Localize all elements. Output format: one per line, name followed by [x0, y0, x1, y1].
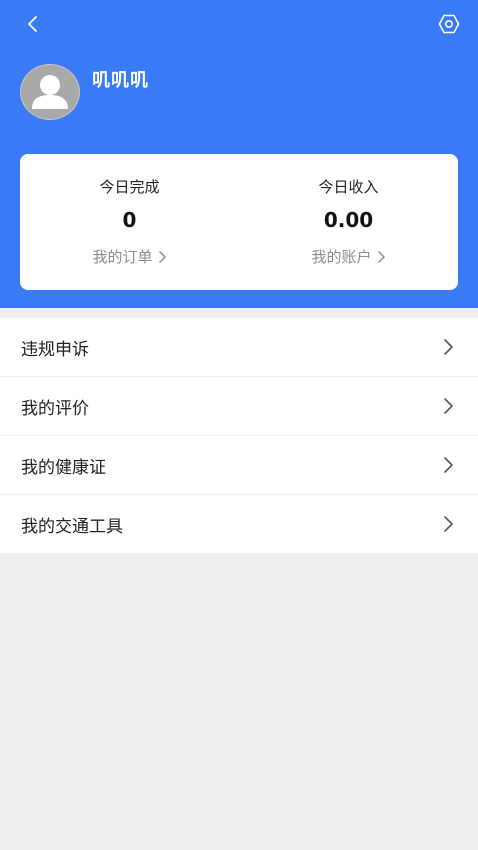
- my-account-label: 我的账户: [311, 248, 372, 266]
- chevron-right-icon: [444, 516, 453, 532]
- menu-item-label: 我的健康证: [21, 457, 106, 478]
- menu-item-health-certificate[interactable]: 我的健康证: [0, 436, 478, 495]
- chevron-right-icon: [377, 250, 385, 263]
- chevron-right-icon: [158, 250, 166, 263]
- my-orders-label: 我的订单: [92, 248, 153, 266]
- menu-item-label: 违规申诉: [21, 339, 89, 360]
- back-button[interactable]: [18, 10, 46, 38]
- menu-list: 违规申诉 我的评价 我的健康证 我的交通工具: [0, 318, 478, 553]
- stats-card: 今日完成 0 我的订单 今日收入 0.00 我的账户: [20, 154, 458, 290]
- gear-icon: [438, 14, 460, 34]
- stat-value: 0: [122, 208, 137, 232]
- username: 叽叽叽: [92, 70, 149, 91]
- chevron-left-icon: [28, 16, 37, 32]
- settings-button[interactable]: [434, 9, 464, 39]
- stat-label: 今日完成: [99, 178, 160, 196]
- chevron-right-icon: [444, 339, 453, 355]
- my-orders-link[interactable]: 我的订单: [20, 246, 239, 267]
- chevron-right-icon: [444, 457, 453, 473]
- menu-item-vehicle[interactable]: 我的交通工具: [0, 495, 478, 553]
- stat-today-completed: 今日完成 0 我的订单: [20, 154, 239, 290]
- profile-header: 叽叽叽 今日完成 0 我的订单 今日收入 0.00 我的账户: [0, 0, 478, 308]
- menu-item-label: 我的评价: [21, 398, 89, 419]
- my-account-link[interactable]: 我的账户: [239, 246, 458, 267]
- menu-item-my-reviews[interactable]: 我的评价: [0, 377, 478, 436]
- menu-item-violation-appeal[interactable]: 违规申诉: [0, 318, 478, 377]
- stat-label: 今日收入: [318, 178, 379, 196]
- avatar[interactable]: [20, 64, 80, 120]
- stat-value: 0.00: [323, 208, 374, 232]
- menu-item-label: 我的交通工具: [21, 516, 123, 537]
- chevron-right-icon: [444, 398, 453, 414]
- stat-today-income: 今日收入 0.00 我的账户: [239, 154, 458, 290]
- user-avatar-icon: [32, 75, 68, 109]
